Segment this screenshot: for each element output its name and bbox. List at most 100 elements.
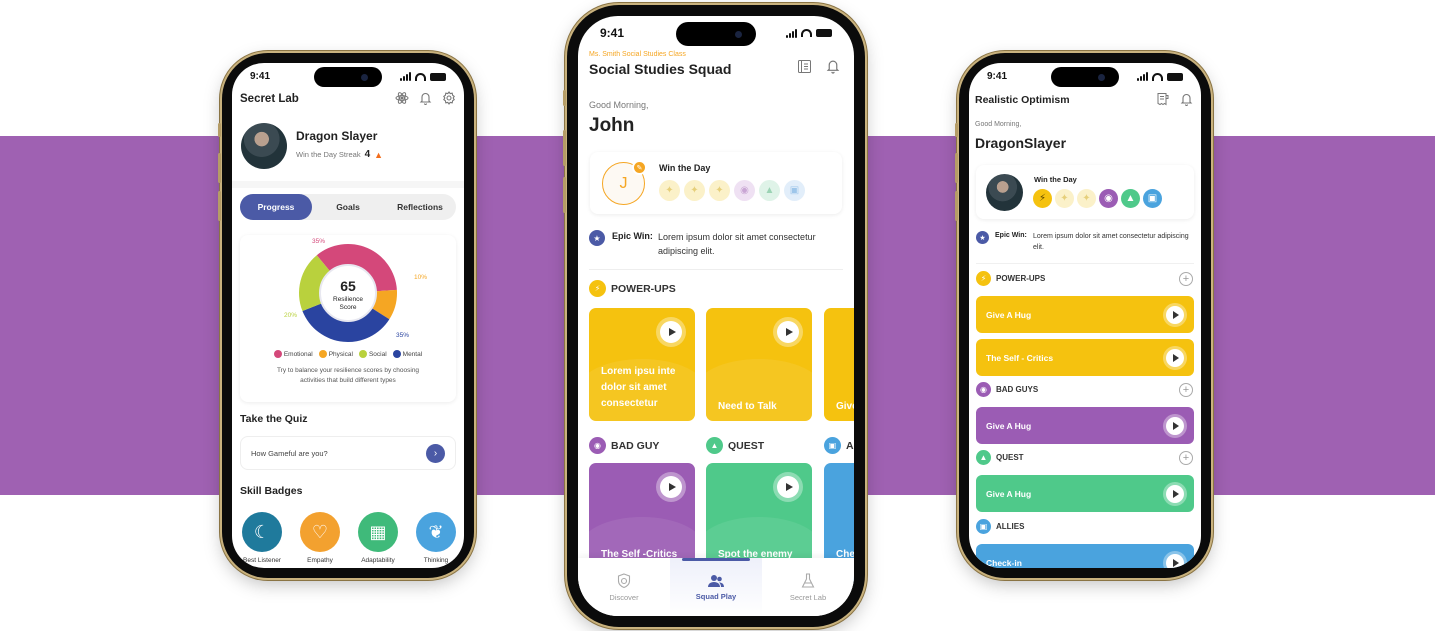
screen: 9:41 Secret Lab Dragon Slayer Win the Da… (232, 63, 464, 568)
status-icons (400, 72, 446, 81)
header-actions (1156, 92, 1193, 106)
resilience-donut-chart: 35% 10% 35% 20% 65 ResilienceScore (284, 238, 427, 342)
battery-icon (430, 72, 446, 81)
powerups-section-header: ⚡ POWER-UPS (976, 271, 1045, 286)
dynamic-island (676, 22, 756, 46)
play-icon[interactable] (1166, 484, 1184, 503)
phone-secret-lab: 9:41 Secret Lab Dragon Slayer Win the Da… (218, 53, 474, 578)
powerup-token-icon: ✦ (1077, 189, 1096, 208)
heart-hand-icon: ♡ (300, 512, 340, 552)
resilience-score-value: 65 (340, 278, 356, 294)
epic-win-label: Epic Win: (995, 232, 1027, 239)
tab-bar: Progress Goals Reflections (240, 194, 456, 220)
phone-realistic-optimism: 9:41 Realistic Optimism Good Morning, Dr… (955, 53, 1211, 578)
epic-win-text: Lorem ipsum dolor sit amet consectetur a… (658, 232, 816, 256)
badguy-token-icon: ◉ (734, 180, 755, 201)
badguy-icon: ◉ (589, 437, 606, 454)
win-the-day-tokens: ⚡ ✦ ✦ ◉ ▲ ▣ (1033, 189, 1162, 208)
nav-discover[interactable]: Discover (578, 558, 670, 616)
quiz-card[interactable]: How Gameful are you? › (240, 436, 456, 470)
legend-mental: Mental (392, 350, 422, 358)
tab-reflections[interactable]: Reflections (384, 194, 456, 220)
streak-value: 4 (364, 149, 371, 160)
play-icon[interactable] (777, 321, 799, 343)
atom-icon[interactable] (395, 91, 409, 105)
play-icon[interactable] (1166, 416, 1184, 435)
badge-empathy[interactable]: ♡ Empathy (296, 512, 344, 564)
wifi-icon (415, 72, 426, 81)
battery-icon (816, 29, 832, 37)
page-title: Social Studies Squad (589, 61, 732, 77)
quiz-heading: Take the Quiz (240, 413, 308, 425)
allies-row[interactable]: Check-in (976, 544, 1194, 568)
quiz-question: How Gameful are you? (251, 448, 328, 458)
screen: 9:41 Realistic Optimism Good Morning, Dr… (969, 63, 1201, 568)
win-the-day-label: Win the Day (659, 163, 711, 173)
ally-token-icon: ▣ (784, 180, 805, 201)
status-time: 9:41 (600, 26, 625, 40)
badguy-row[interactable]: Give A Hug (976, 407, 1194, 444)
play-icon[interactable] (1166, 348, 1184, 367)
play-icon[interactable] (1166, 553, 1184, 568)
signal-icon (1137, 72, 1148, 81)
tab-goals[interactable]: Goals (312, 194, 384, 220)
donut-label-physical: 10% (414, 274, 427, 281)
powerup-card[interactable]: Give (824, 308, 854, 421)
powerup-token-icon: ✦ (659, 180, 680, 201)
play-icon[interactable] (660, 321, 682, 343)
resilience-score-label: Resilience (333, 296, 363, 303)
play-icon[interactable] (660, 476, 682, 498)
bell-icon[interactable] (419, 91, 432, 105)
user-name: DragonSlayer (975, 135, 1067, 151)
add-badguy-button[interactable]: + (1179, 383, 1193, 397)
tab-progress[interactable]: Progress (240, 194, 312, 220)
flask-icon (801, 572, 815, 588)
nav-secret-lab[interactable]: Secret Lab (762, 558, 854, 616)
win-the-day-card: Win the Day ⚡ ✦ ✦ ◉ ▲ ▣ (976, 165, 1194, 219)
bell-icon[interactable] (826, 58, 840, 74)
settings-icon[interactable] (442, 91, 456, 105)
badge-adaptability[interactable]: ▦ Adaptability (354, 512, 402, 564)
powerup-row[interactable]: Give A Hug (976, 296, 1194, 333)
allies-section-header: ▣ AL (824, 437, 854, 454)
chevron-right-icon[interactable]: › (426, 443, 445, 463)
play-icon[interactable] (777, 476, 799, 498)
divider (232, 181, 464, 188)
badguy-token-icon: ◉ (1099, 189, 1118, 208)
edit-icon[interactable]: ✎ (632, 160, 647, 175)
header-actions (395, 91, 456, 105)
play-icon[interactable] (1166, 305, 1184, 324)
powerup-row[interactable]: The Self - Critics (976, 339, 1194, 376)
status-time: 9:41 (987, 71, 1008, 82)
divider (589, 269, 843, 270)
badge-thinking[interactable]: ❦ Thinking (412, 512, 460, 564)
card-title: Give (836, 401, 854, 412)
dynamic-island (314, 67, 382, 87)
streak-row: Win the Day Streak 4 ▲ (296, 149, 383, 160)
powerup-card[interactable]: Need to Talk (706, 308, 812, 421)
showcase-canvas: 9:41 Secret Lab Dragon Slayer Win the Da… (0, 0, 1435, 631)
ear-icon: ☾ (242, 512, 282, 552)
add-powerup-button[interactable]: + (1179, 272, 1193, 286)
page-title: Secret Lab (240, 93, 299, 105)
brain-hands-icon: ❦ (416, 512, 456, 552)
screen: 9:41 Ms. Smith Social Studies Class Soci… (578, 16, 854, 616)
status-icons (786, 28, 832, 38)
add-quest-button[interactable]: + (1179, 451, 1193, 465)
powerup-token-icon: ✦ (684, 180, 705, 201)
status-icons (1137, 72, 1183, 81)
badge-best-listener[interactable]: ☾ Best Listener (238, 512, 286, 564)
scroll-icon[interactable] (1156, 92, 1170, 106)
signal-icon (786, 28, 797, 38)
powerup-card[interactable]: Lorem ipsu inte dolor sit amet consectet… (589, 308, 695, 421)
card-title: Lorem ipsu inte dolor sit amet consectet… (601, 366, 676, 409)
trophy-icon: ★ (976, 231, 989, 244)
nav-squad-play[interactable]: Squad Play (670, 558, 762, 616)
quest-row[interactable]: Give A Hug (976, 475, 1194, 512)
journal-icon[interactable] (797, 58, 812, 74)
wifi-icon (1152, 72, 1163, 81)
badguys-section-header: ◉ BAD GUYS (976, 382, 1038, 397)
status-time: 9:41 (250, 71, 271, 82)
bell-icon[interactable] (1180, 92, 1193, 106)
resilience-legend: Emotional Physical Social Mental (240, 350, 456, 358)
